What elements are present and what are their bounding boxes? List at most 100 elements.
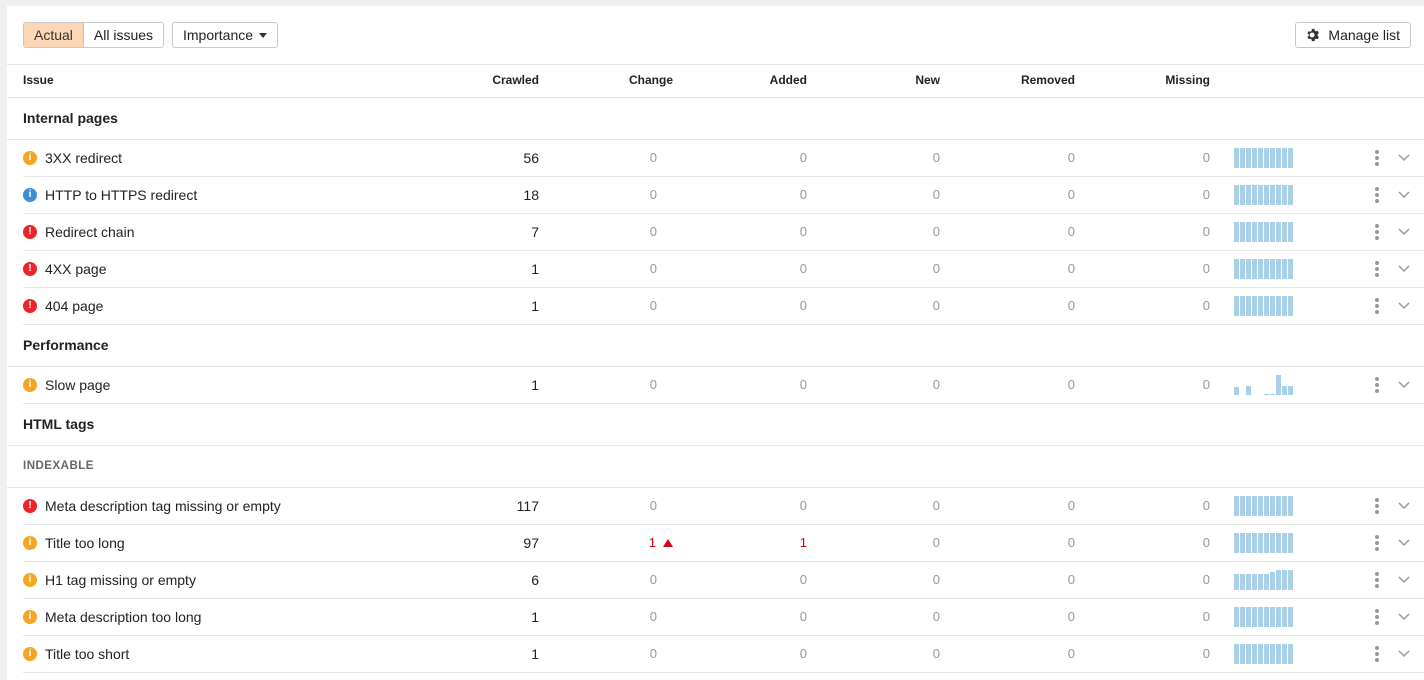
table-row[interactable]: ! 404 page 1 0 0 0 0 0 <box>23 288 1424 325</box>
table-row[interactable]: i Title too short 1 0 0 0 0 0 <box>23 636 1424 673</box>
crawled-value[interactable]: 1 <box>531 251 539 287</box>
crawled-value[interactable]: 1 <box>531 288 539 324</box>
trend-sparkline[interactable] <box>1234 570 1294 590</box>
trend-sparkline[interactable] <box>1234 148 1294 168</box>
table-row[interactable]: ! Redirect chain 7 0 0 0 0 0 <box>23 214 1424 251</box>
crawled-value[interactable]: 18 <box>523 177 539 213</box>
crawled-value[interactable]: 6 <box>531 562 539 598</box>
trend-sparkline[interactable] <box>1234 375 1294 395</box>
table-row[interactable]: i HTTP to HTTPS redirect 18 0 0 0 0 0 <box>23 177 1424 214</box>
more-options-icon[interactable] <box>1370 298 1384 314</box>
added-value-text: 0 <box>799 298 807 313</box>
tab-all-issues[interactable]: All issues <box>83 23 164 47</box>
issue-name[interactable]: H1 tag missing or empty <box>45 562 196 598</box>
crawled-value[interactable]: 7 <box>531 214 539 250</box>
chevron-down-icon[interactable] <box>1397 646 1411 660</box>
sparkline-bar <box>1288 296 1293 316</box>
issue-name[interactable]: Title too short <box>45 636 129 672</box>
crawled-value[interactable]: 1 <box>531 636 539 672</box>
more-options-icon[interactable] <box>1370 498 1384 514</box>
issue-name[interactable]: 3XX redirect <box>45 140 122 176</box>
missing-value: 0 <box>1203 140 1210 176</box>
chevron-down-icon[interactable] <box>1397 298 1411 312</box>
more-options-icon[interactable] <box>1370 646 1384 662</box>
crawled-value[interactable]: 97 <box>523 525 539 561</box>
crawled-value[interactable]: 56 <box>523 140 539 176</box>
table-row[interactable]: i 3XX redirect 56 0 0 0 0 0 <box>23 140 1424 177</box>
table-row[interactable]: i Title too long 97 1 1 0 0 0 <box>23 525 1424 562</box>
table-row[interactable]: ! 4XX page 1 0 0 0 0 0 <box>23 251 1424 288</box>
sparkline-bar <box>1282 386 1287 395</box>
crawled-value-text: 1 <box>531 298 539 314</box>
sparkline-bar <box>1246 533 1251 553</box>
sparkline-bar <box>1246 222 1251 242</box>
sparkline-bar <box>1264 607 1269 627</box>
sparkline-bar <box>1234 296 1239 316</box>
chevron-down-icon[interactable] <box>1397 377 1411 391</box>
trend-sparkline[interactable] <box>1234 496 1294 516</box>
column-removed[interactable]: Removed <box>1021 64 1075 96</box>
column-change[interactable]: Change <box>629 64 673 96</box>
crawled-value[interactable]: 1 <box>531 599 539 635</box>
missing-value-text: 0 <box>1202 187 1210 202</box>
importance-dropdown[interactable]: Importance <box>172 22 279 48</box>
issue-name[interactable]: Title too long <box>45 525 125 561</box>
more-options-icon[interactable] <box>1370 572 1384 588</box>
trend-sparkline[interactable] <box>1234 222 1294 242</box>
error-icon: ! <box>23 299 37 313</box>
column-crawled[interactable]: Crawled <box>492 64 539 96</box>
issue-name[interactable]: 404 page <box>45 288 103 324</box>
chevron-down-icon[interactable] <box>1397 535 1411 549</box>
more-options-icon[interactable] <box>1370 609 1384 625</box>
chevron-down-icon[interactable] <box>1397 187 1411 201</box>
issue-name[interactable]: 4XX page <box>45 251 107 287</box>
new-value-text: 0 <box>932 377 940 392</box>
chevron-down-icon[interactable] <box>1397 572 1411 586</box>
more-options-icon[interactable] <box>1370 535 1384 551</box>
sparkline-bar <box>1276 496 1281 516</box>
trend-sparkline[interactable] <box>1234 607 1294 627</box>
more-options-icon[interactable] <box>1370 224 1384 240</box>
tab-actual[interactable]: Actual <box>24 23 84 47</box>
more-options-icon[interactable] <box>1370 150 1384 166</box>
crawled-value[interactable]: 1 <box>531 367 539 403</box>
trend-sparkline[interactable] <box>1234 533 1294 553</box>
issue-name[interactable]: Meta description tag missing or empty <box>45 488 281 524</box>
more-options-icon[interactable] <box>1370 261 1384 277</box>
new-value-text: 0 <box>932 535 940 550</box>
table-row[interactable]: ! Meta description tag missing or empty 11… <box>23 488 1424 525</box>
error-icon: ! <box>23 225 37 239</box>
column-added[interactable]: Added <box>770 64 807 96</box>
change-value: 0 <box>650 367 657 403</box>
more-options-icon[interactable] <box>1370 377 1384 393</box>
table-row[interactable]: i H1 tag missing or empty 6 0 0 0 0 0 <box>23 562 1424 599</box>
column-new[interactable]: New <box>915 64 940 96</box>
trend-sparkline[interactable] <box>1234 296 1294 316</box>
chevron-down-icon[interactable] <box>1397 498 1411 512</box>
manage-list-button[interactable]: Manage list <box>1295 22 1411 48</box>
issue-name[interactable]: Slow page <box>45 367 110 403</box>
more-options-icon[interactable] <box>1370 187 1384 203</box>
crawled-value-text: 56 <box>523 150 539 166</box>
issue-name[interactable]: HTTP to HTTPS redirect <box>45 177 197 213</box>
chevron-down-icon[interactable] <box>1397 261 1411 275</box>
added-value: 1 <box>800 525 807 561</box>
issue-name[interactable]: Meta description too long <box>45 599 201 635</box>
column-issue[interactable]: Issue <box>23 64 54 96</box>
warning-icon: i <box>23 610 37 624</box>
trend-sparkline[interactable] <box>1234 259 1294 279</box>
table-row[interactable]: i Slow page 1 0 0 0 0 0 <box>23 367 1424 404</box>
trend-sparkline[interactable] <box>1234 185 1294 205</box>
chevron-down-icon[interactable] <box>1397 609 1411 623</box>
added-value: 0 <box>800 251 807 287</box>
sparkline-bar <box>1276 185 1281 205</box>
column-missing[interactable]: Missing <box>1165 64 1210 96</box>
crawled-value[interactable]: 117 <box>517 488 539 524</box>
chevron-down-icon[interactable] <box>1397 150 1411 164</box>
new-value: 0 <box>933 525 940 561</box>
table-row[interactable]: i Meta description too long 1 0 0 0 0 0 <box>23 599 1424 636</box>
issue-name[interactable]: Redirect chain <box>45 214 135 250</box>
added-value-text: 0 <box>799 646 807 661</box>
trend-sparkline[interactable] <box>1234 644 1294 664</box>
chevron-down-icon[interactable] <box>1397 224 1411 238</box>
